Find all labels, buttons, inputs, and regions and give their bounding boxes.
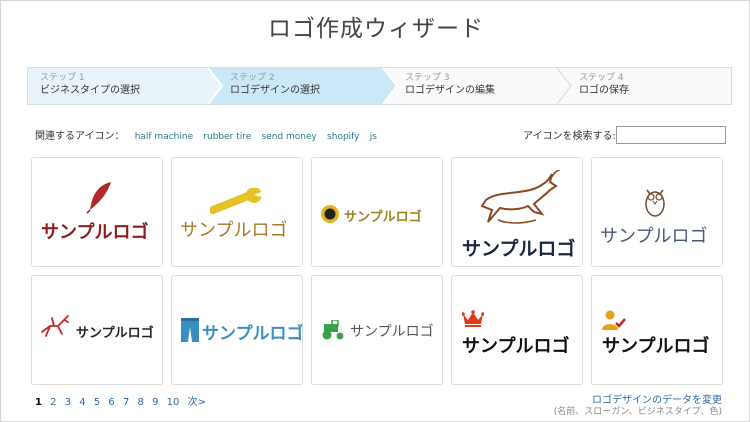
logo-text: サンプルロゴ [76,326,154,341]
logo-text: サンプルロゴ [602,336,710,357]
logo-card-6[interactable]: サンプルロゴ [31,275,163,385]
page-link-8[interactable]: 8 [138,397,144,408]
page-link-1[interactable]: 1 [35,397,42,408]
logo-card-4[interactable]: サンプルロゴ [451,157,583,267]
search-label: アイコンを検索する: [523,131,616,142]
step-4-label: ロゴの保存 [579,85,629,96]
related-tag[interactable]: half machine [135,132,193,142]
logo-text: サンプルロゴ [344,210,422,225]
page-link-6[interactable]: 6 [108,397,114,408]
step-1-number: ステップ 1 [40,73,85,83]
step-3-label: ロゴデザインの編集 [405,85,495,96]
page-link-2[interactable]: 2 [50,397,56,408]
feather-quill-icon [86,182,111,214]
logo-text: サンプルロゴ [350,324,434,340]
wizard-steps: ステップ 1 ビジネスタイプの選択 ステップ 2 ロゴデザインの選択 ステップ … [27,67,732,105]
step-arrow-icon [379,68,399,104]
page-title: ロゴ作成ウィザード [268,16,484,42]
logo-card-3[interactable]: サンプルロゴ [311,157,443,267]
logo-text: サンプルロゴ [180,220,288,241]
related-icons-label: 関連するアイコン： [35,131,125,142]
step-2[interactable]: ステップ 2 ロゴデザインの選択 [220,68,383,104]
icon-search-input[interactable] [616,126,726,144]
pagination: 1 2 3 4 5 6 7 8 9 10 次> [35,393,211,408]
logo-text: サンプルロゴ [41,222,149,243]
related-tag[interactable]: shopify [327,132,359,142]
step-arrow-icon [556,68,572,104]
step-arrow-icon [204,68,224,104]
page-link-7[interactable]: 7 [123,397,129,408]
owl-icon [645,189,665,217]
crown-icon [462,310,484,327]
step-3[interactable]: ステップ 3 ロゴデザインの編集 [395,68,555,104]
tractor-icon [322,320,344,340]
logo-card-9[interactable]: サンプルロゴ [451,275,583,385]
logo-card-7[interactable]: サンプルロゴ [171,275,303,385]
page-link-10[interactable]: 10 [167,397,180,408]
related-tag[interactable]: send money [262,132,317,142]
related-tag[interactable]: js [370,132,377,142]
page-link-4[interactable]: 4 [79,397,85,408]
wrench-icon [210,188,266,214]
person-check-icon [602,310,626,330]
logo-card-2[interactable]: サンプルロゴ [171,157,303,267]
sun-circle-icon [321,205,339,223]
step-1[interactable]: ステップ 1 ビジネスタイプの選択 [28,68,208,104]
step-1-label: ビジネスタイプの選択 [40,85,140,96]
gazelle-icon [480,170,561,224]
next-page-link[interactable]: 次> [188,397,206,408]
logo-card-1[interactable]: サンプルロゴ [31,157,163,267]
leaping-deer-icon [41,315,69,337]
step-4-number: ステップ 4 [579,73,624,83]
logo-card-10[interactable]: サンプルロゴ [591,275,723,385]
logo-text: サンプルロゴ [600,226,708,247]
step-4[interactable]: ステップ 4 ロゴの保存 [569,68,731,104]
change-design-data-hint: (名前、スローガン、ビジネスタイプ、色) [553,407,722,417]
step-3-number: ステップ 3 [405,73,450,83]
page-link-3[interactable]: 3 [65,397,71,408]
page-link-5[interactable]: 5 [94,397,100,408]
logo-text: サンプルロゴ [202,324,303,344]
logo-text: サンプルロゴ [462,336,570,357]
page-link-9[interactable]: 9 [152,397,158,408]
jeans-icon [181,318,199,342]
related-tag[interactable]: rubber tire [203,132,251,142]
related-icons: 関連するアイコン： half machine rubber tire send … [35,127,377,142]
logo-text: サンプルロゴ [462,238,576,260]
step-2-label: ロゴデザインの選択 [230,85,320,96]
logo-card-5[interactable]: サンプルロゴ [591,157,723,267]
step-2-number: ステップ 2 [230,73,275,83]
logo-card-8[interactable]: サンプルロゴ [311,275,443,385]
